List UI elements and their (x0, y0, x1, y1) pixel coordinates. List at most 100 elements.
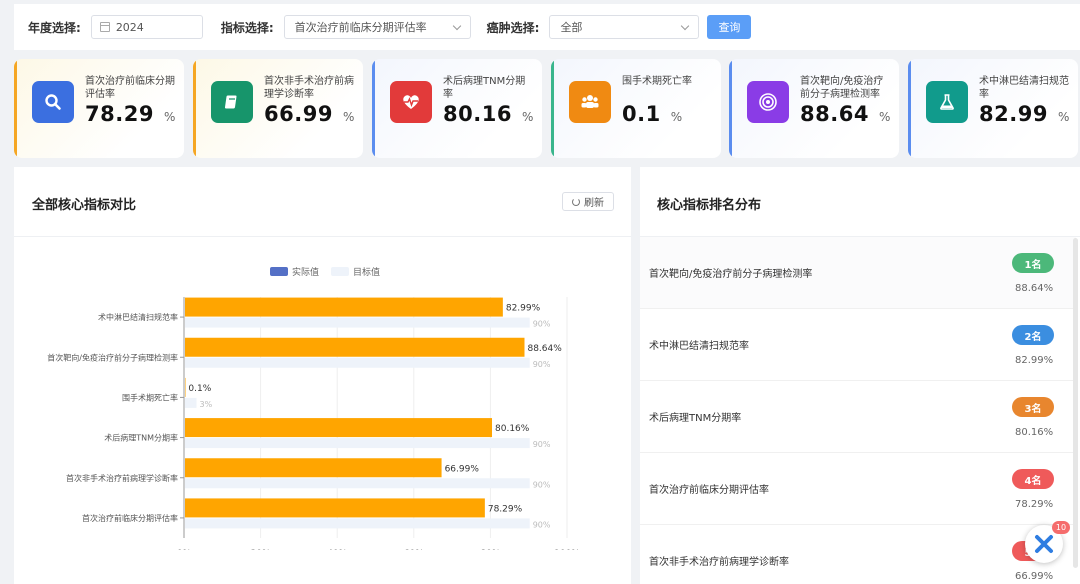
bar-actual (185, 498, 485, 518)
ranking-value: 66.99% (1015, 571, 1054, 582)
x-tick-label: 80% (480, 549, 500, 550)
data-label-target: 90% (533, 320, 551, 329)
cancer-label: 癌肿选择: (486, 20, 540, 35)
card-title: 术后病理TNM分期率 (443, 76, 526, 100)
bar-actual (185, 297, 503, 317)
compare-bar-chart: 0% 20% 40% 60% 80% 100% 首次治疗前临床分期评估率 78.29% 90% 首… (47, 297, 580, 550)
chart-legend: 实际值 目标值 (270, 265, 392, 278)
ranking-row[interactable]: 术中淋巴结清扫规范率 2名 82.99% (640, 309, 1076, 381)
card-value-number: 82.99 (979, 102, 1048, 126)
data-label-target: 90% (533, 360, 551, 369)
kpi-card[interactable]: 术中淋巴结清扫规范率 82.99% (908, 59, 1078, 158)
cancer-value: 全部 (560, 21, 583, 34)
bar-target (185, 438, 530, 449)
refresh-label: 刷新 (584, 198, 604, 209)
ranking-row[interactable]: 首次治疗前临床分期评估率 4名 78.29% (640, 453, 1076, 525)
year-value: 2024 (115, 20, 144, 34)
data-label-actual: 88.64% (527, 344, 562, 354)
bar-actual (185, 458, 442, 478)
data-label-actual: 66.99% (445, 464, 480, 474)
ranking-row[interactable]: 术后病理TNM分期率 3名 80.16% (640, 381, 1076, 453)
cancer-select[interactable]: 全部 (549, 15, 700, 39)
legend-swatch (270, 267, 288, 276)
legend-swatch (331, 267, 350, 276)
compare-panel-title: 全部核心指标对比 (32, 198, 137, 213)
card-accent-bar (908, 59, 911, 158)
legend-label: 目标值 (353, 268, 381, 278)
data-label-target: 90% (533, 440, 551, 449)
card-value: 80.16% (443, 102, 534, 126)
bar-actual (185, 377, 186, 397)
card-value-number: 88.64 (800, 102, 869, 126)
card-title: 首次非手术治疗前病理学诊断率 (264, 76, 354, 100)
refresh-icon (572, 197, 580, 206)
y-tick-label: 术中淋巴结清扫规范率 (98, 312, 178, 322)
indicator-select[interactable]: 首次治疗前临床分期评估率 (283, 15, 471, 39)
notification-badge: 10 (1052, 521, 1070, 534)
query-button[interactable]: 查询 (707, 15, 752, 39)
search-icon (32, 81, 74, 123)
kpi-card[interactable]: 首次靶向/免疫治疗前分子病理检测率 88.64% (729, 59, 899, 158)
card-title: 术中淋巴结清扫规范率 (979, 76, 1069, 100)
flask-icon (926, 81, 968, 123)
bar-target (185, 518, 530, 529)
card-unit: % (163, 110, 176, 124)
legend-label: 实际值 (292, 268, 320, 278)
card-accent-bar (729, 59, 732, 158)
year-picker[interactable]: 2024 (90, 15, 203, 39)
card-value-number: 66.99 (264, 102, 333, 126)
kpi-card[interactable]: 术后病理TNM分期率 80.16% (372, 59, 542, 158)
ranking-name: 首次非手术治疗前病理学诊断率 (649, 557, 789, 568)
card-title: 首次靶向/免疫治疗前分子病理检测率 (800, 76, 884, 100)
data-label-actual: 78.29% (488, 504, 523, 514)
ranking-name: 首次治疗前临床分期评估率 (649, 485, 769, 496)
book-icon (211, 81, 253, 123)
kpi-card[interactable]: 围手术期死亡率 0.1% (551, 59, 721, 158)
legend-item-target[interactable]: 目标值 (331, 265, 380, 278)
x-tick-label: 0% (177, 549, 192, 550)
data-label-target: 3% (199, 400, 212, 409)
card-value-number: 78.29 (85, 102, 154, 126)
card-unit: % (1057, 110, 1070, 124)
chevron-down-icon (681, 21, 690, 31)
bar-target (185, 478, 530, 489)
legend-item-actual[interactable]: 实际值 (270, 265, 319, 278)
bar-target (185, 317, 530, 328)
rank-badge: 4名 (1012, 469, 1054, 489)
ranking-row[interactable]: 首次非手术治疗前病理学诊断率5名66.99% (640, 525, 1076, 584)
data-label-target: 90% (533, 520, 551, 529)
ranking-panel-title: 核心指标排名分布 (657, 198, 762, 213)
target-icon (747, 81, 789, 123)
refresh-button[interactable]: 刷新 (562, 192, 614, 211)
x-tick-label: 100% (554, 549, 580, 550)
ranking-value: 82.99% (1015, 355, 1054, 366)
y-tick-label: 首次非手术治疗前病理学诊断率 (66, 473, 178, 483)
divider (14, 236, 631, 237)
ranking-name: 术后病理TNM分期率 (649, 413, 742, 424)
x-tick-label: 60% (404, 549, 424, 550)
calendar-icon (99, 22, 110, 32)
kpi-card[interactable]: 首次治疗前临床分期评估率 78.29% (14, 59, 184, 158)
card-value: 88.64% (800, 102, 891, 126)
x-logo-icon (1035, 535, 1053, 553)
card-value: 0.1% (622, 102, 683, 126)
card-value: 66.99% (264, 102, 355, 126)
users-icon (569, 81, 611, 123)
bar-actual (185, 418, 493, 438)
card-value-number: 0.1 (622, 102, 661, 126)
ranking-value: 80.16% (1015, 427, 1054, 438)
ranking-name: 术中淋巴结清扫规范率 (649, 341, 749, 352)
card-accent-bar (372, 59, 375, 158)
indicator-value: 首次治疗前临床分期评估率 (294, 21, 427, 34)
ranking-row[interactable]: 首次靶向/免疫治疗前分子病理检测率 1名 88.64% (640, 237, 1076, 309)
card-unit: % (878, 110, 891, 124)
y-tick-label: 围手术期死亡率 (122, 392, 178, 402)
data-label-actual: 0.1% (188, 384, 211, 394)
card-accent-bar (14, 59, 17, 158)
ranking-value: 78.29% (1015, 499, 1054, 510)
bar-target (185, 357, 530, 368)
kpi-card[interactable]: 首次非手术治疗前病理学诊断率 66.99% (193, 59, 363, 158)
ranking-scrollbar[interactable] (1073, 238, 1078, 568)
card-value: 82.99% (979, 102, 1070, 126)
rank-badge: 3名 (1012, 397, 1054, 417)
